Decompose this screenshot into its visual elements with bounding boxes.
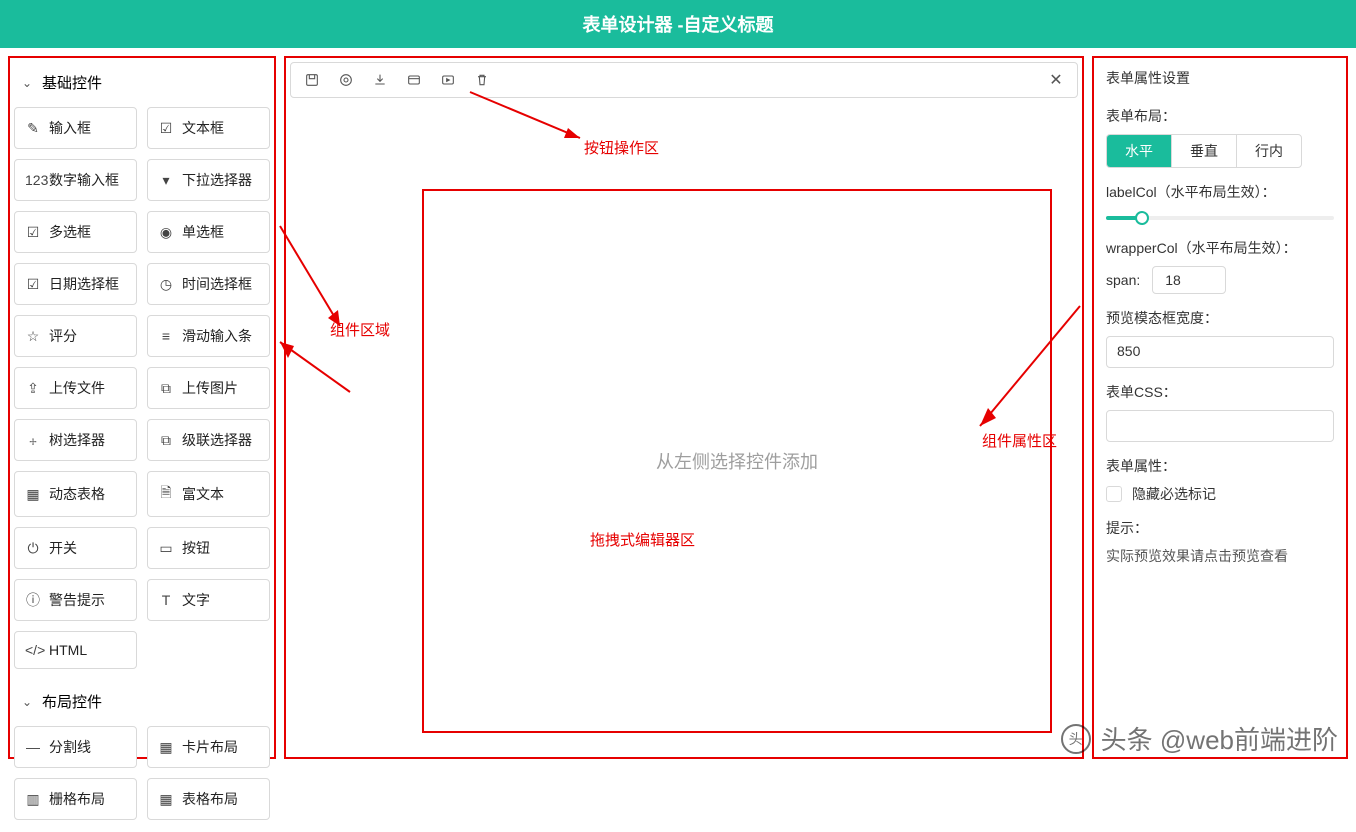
tip-label: 提示： (1106, 518, 1334, 538)
close-button[interactable]: ✕ (1047, 71, 1065, 89)
save-button[interactable] (303, 71, 321, 89)
richtext-icon: 🗎 (158, 482, 174, 506)
chevron-down-icon: ⌄ (22, 695, 32, 709)
table-icon: ▦ (25, 486, 41, 503)
control-text[interactable]: T文字 (147, 579, 270, 621)
form-attrs-label: 表单属性： (1106, 456, 1334, 476)
number-icon: 123 (25, 172, 41, 188)
text-icon: T (158, 592, 174, 608)
tree-icon: ⧾ (25, 432, 41, 449)
divider-icon: — (25, 739, 41, 755)
cascader-icon: ⧉ (158, 432, 174, 449)
control-grid[interactable]: ▥栅格布局 (14, 778, 137, 820)
anno-toolbar: 按钮操作区 (584, 137, 659, 158)
control-html[interactable]: </>HTML (14, 631, 137, 669)
export-button[interactable] (371, 71, 389, 89)
preview-width-label: 预览模态框宽度： (1106, 308, 1334, 328)
control-divider[interactable]: —分割线 (14, 726, 137, 768)
control-rate[interactable]: ☆评分 (14, 315, 137, 357)
checkbox-icon: ☑ (25, 224, 41, 241)
slider-knob[interactable] (1135, 211, 1149, 225)
grid-icon: ▥ (25, 791, 41, 808)
section-title: 基础控件 (42, 72, 102, 93)
control-dyn-table[interactable]: ▦动态表格 (14, 471, 137, 517)
edit-icon: ✎ (25, 120, 41, 137)
arrow-annotation (280, 342, 360, 402)
tip-text: 实际预览效果请点击预览查看 (1106, 546, 1334, 566)
form-css-label: 表单CSS： (1106, 382, 1334, 402)
control-number[interactable]: 123数字输入框 (14, 159, 137, 201)
card-icon: ▦ (158, 739, 174, 756)
slider-icon: ≡ (158, 328, 174, 344)
section-basic-controls[interactable]: ⌄ 基础控件 (14, 62, 270, 103)
code-icon: </> (25, 642, 41, 658)
calendar-icon: ☑ (25, 276, 41, 293)
layout-label: 表单布局： (1106, 106, 1334, 126)
code-button[interactable] (405, 71, 423, 89)
wrappercol-label: wrapperCol（水平布局生效）： (1106, 238, 1334, 258)
panel-title: 表单属性设置 (1106, 68, 1334, 88)
editor-wrapper: 按钮操作区 组件区域 拖拽式编辑器区 组件属性区 从左侧选择控件添加 (290, 106, 1078, 753)
delete-button[interactable] (473, 71, 491, 89)
control-radio[interactable]: ◉单选框 (147, 211, 270, 253)
upload-icon: ⇪ (25, 380, 41, 397)
image-icon: ⧉ (158, 380, 174, 397)
labelcol-slider[interactable] (1106, 216, 1334, 220)
select-icon: ▾ (158, 172, 174, 189)
wrappercol-input[interactable]: 18 (1152, 266, 1226, 294)
control-select[interactable]: ▾下拉选择器 (147, 159, 270, 201)
control-table-layout[interactable]: ▦表格布局 (147, 778, 270, 820)
layout-option-vertical[interactable]: 垂直 (1172, 135, 1237, 167)
hide-required-checkbox[interactable]: 隐藏必选标记 (1106, 484, 1334, 504)
component-palette: ⌄ 基础控件 ✎输入框 ☑文本框 123数字输入框 ▾下拉选择器 ☑多选框 ◉单… (8, 56, 276, 759)
control-textarea[interactable]: ☑文本框 (147, 107, 270, 149)
star-icon: ☆ (25, 328, 41, 345)
control-button[interactable]: ▭按钮 (147, 527, 270, 569)
editor-placeholder: 从左侧选择控件添加 (656, 448, 818, 474)
checkbox-icon (1106, 486, 1122, 502)
control-cascader[interactable]: ⧉级联选择器 (147, 419, 270, 461)
app-title: 表单设计器 -自定义标题 (583, 11, 774, 37)
table-layout-icon: ▦ (158, 791, 174, 808)
clock-icon: ◷ (158, 276, 174, 293)
preview-button[interactable] (337, 71, 355, 89)
property-panel: 表单属性设置 表单布局： 水平 垂直 行内 labelCol（水平布局生效）： … (1092, 56, 1348, 759)
arrow-annotation (470, 92, 600, 150)
control-alert[interactable]: ⓘ警告提示 (14, 579, 137, 621)
button-icon: ▭ (158, 540, 174, 557)
chevron-down-icon: ⌄ (22, 76, 32, 90)
switch-icon: ⏻ (25, 540, 41, 557)
control-slider[interactable]: ≡滑动输入条 (147, 315, 270, 357)
editor-toolbar: ✕ (290, 62, 1078, 98)
section-layout-controls[interactable]: ⌄ 布局控件 (14, 681, 270, 722)
control-upload-image[interactable]: ⧉上传图片 (147, 367, 270, 409)
control-checkbox[interactable]: ☑多选框 (14, 211, 137, 253)
section-title: 布局控件 (42, 691, 102, 712)
canvas-area: ✕ 按钮操作区 组件区域 拖拽式编辑器区 组件属性区 从左侧选择控件添加 (284, 56, 1084, 759)
control-upload-file[interactable]: ⇪上传文件 (14, 367, 137, 409)
form-css-input[interactable] (1106, 410, 1334, 442)
control-input[interactable]: ✎输入框 (14, 107, 137, 149)
control-timepicker[interactable]: ◷时间选择框 (147, 263, 270, 305)
anno-component-area: 组件区域 (330, 319, 390, 340)
layout-option-horizontal[interactable]: 水平 (1107, 135, 1172, 167)
basic-controls-grid: ✎输入框 ☑文本框 123数字输入框 ▾下拉选择器 ☑多选框 ◉单选框 ☑日期选… (14, 103, 270, 681)
layout-segmented: 水平 垂直 行内 (1106, 134, 1302, 168)
layout-controls-grid: —分割线 ▦卡片布局 ▥栅格布局 ▦表格布局 (14, 722, 270, 832)
preview-width-input[interactable]: 850 (1106, 336, 1334, 368)
app-header: 表单设计器 -自定义标题 (0, 0, 1356, 48)
radio-icon: ◉ (158, 224, 174, 241)
control-datepicker[interactable]: ☑日期选择框 (14, 263, 137, 305)
labelcol-label: labelCol（水平布局生效）： (1106, 182, 1334, 202)
info-icon: ⓘ (25, 590, 41, 610)
span-label: span: (1106, 272, 1140, 288)
run-button[interactable] (439, 71, 457, 89)
control-card[interactable]: ▦卡片布局 (147, 726, 270, 768)
control-tree-select[interactable]: ⧾树选择器 (14, 419, 137, 461)
drag-drop-editor[interactable]: 从左侧选择控件添加 (422, 189, 1052, 733)
control-switch[interactable]: ⏻开关 (14, 527, 137, 569)
control-richtext[interactable]: 🗎富文本 (147, 471, 270, 517)
textarea-icon: ☑ (158, 120, 174, 137)
layout-option-inline[interactable]: 行内 (1237, 135, 1301, 167)
